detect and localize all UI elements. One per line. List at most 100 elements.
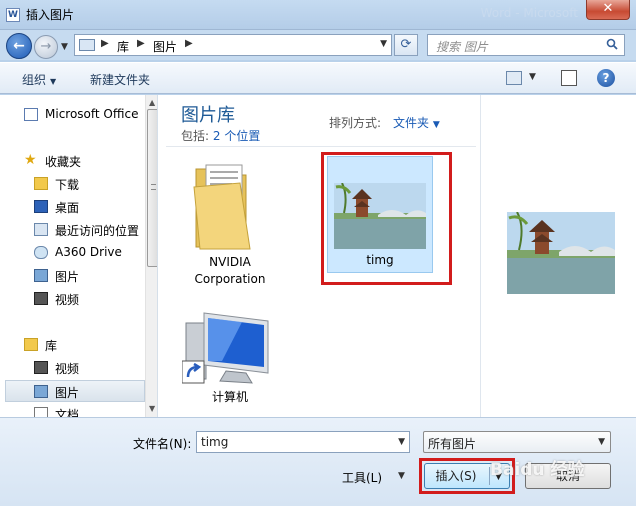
forward-arrow-icon: → [40,39,52,54]
filename-value: timg [201,435,229,449]
chevron-down-icon: ▼ [598,437,605,447]
scroll-thumb[interactable] [147,109,157,267]
breadcrumb-library[interactable]: 库 [117,38,129,55]
sidebar-item-label: 图片 [55,386,80,400]
word-doc-icon [24,108,38,121]
sidebar-item-label: A360 Drive [55,245,122,259]
library-title: 图片库 [181,105,235,126]
sidebar-item-videos[interactable]: 视频 [0,288,145,310]
word-app-icon: W [6,8,20,22]
address-dropdown-icon[interactable]: ▼ [380,39,387,49]
header-divider [166,146,476,147]
back-button[interactable]: ← [6,33,32,59]
sidebar-item-downloads[interactable]: 下载 [0,173,145,195]
sidebar-item-label: 下载 [55,178,80,192]
recent-pages-dropdown[interactable]: ▼ [61,42,68,52]
refresh-icon: ⟳ [400,37,412,52]
sidebar-item-library-documents[interactable]: 文档 [0,403,145,417]
desktop-icon [34,200,48,213]
breadcrumb-separator-icon[interactable]: ▶ [137,38,145,49]
change-view-icon[interactable] [506,71,522,85]
scroll-up-icon[interactable]: ▲ [149,98,155,107]
shortcut-item-computer[interactable]: 计算机 [180,309,280,409]
sidebar-item-libraries[interactable]: 库 [0,334,145,356]
breadcrumb-separator-icon[interactable]: ▶ [101,38,109,49]
sidebar-scrollbar[interactable]: ▲ ▼ [145,95,157,417]
chevron-down-icon: ▼ [50,77,57,86]
includes-label: 包括: [181,129,210,143]
computer-icon [182,312,269,384]
command-toolbar: 组织 ▼ 新建文件夹 ▼ ? [0,62,636,94]
filetype-value: 所有图片 [428,437,477,451]
search-placeholder: 搜索 图片 [436,40,488,54]
back-arrow-icon: ← [13,38,25,54]
annotation-highlight-box [321,152,452,285]
star-icon: ★ [24,152,37,168]
breadcrumb-separator-icon[interactable]: ▶ [185,38,193,49]
view-options-dropdown-icon[interactable]: ▼ [529,72,536,82]
arrange-by-label: 排列方式: [329,116,382,130]
preview-pane [480,95,636,417]
close-button[interactable]: ✕ [586,0,630,20]
sidebar-item-library-pictures[interactable]: 图片 [5,380,145,402]
refresh-button[interactable]: ⟳ [394,34,418,56]
filename-label: 文件名(N): [133,437,192,451]
window-title: 插入图片 [26,8,75,22]
sidebar-item-label: 桌面 [55,201,80,215]
new-folder-button[interactable]: 新建文件夹 [90,71,150,88]
search-icon[interactable] [606,38,618,50]
organize-menu[interactable]: 组织 ▼ [22,71,56,88]
sidebar-item-desktop[interactable]: 桌面 [0,196,145,218]
sidebar-item-microsoft-office[interactable]: Microsoft Office [0,104,145,126]
file-list: 图片库 包括: 2 个位置 排列方式: 文件夹 ▼ NVIDIA Corpora… [166,95,480,417]
watermark: Baidu 经验 [490,460,585,480]
sidebar-item-label: 库 [45,339,58,353]
documents-icon [34,407,48,417]
main-area: Microsoft Office ★ 收藏夹 下载 桌面 最近访问的位置 A36… [0,95,636,417]
sidebar-item-label: 文档 [55,408,80,417]
sidebar-item-label: 收藏夹 [45,155,82,169]
sidebar-item-favorites[interactable]: ★ 收藏夹 [0,150,145,172]
filetype-select[interactable]: 所有图片 ▼ [423,431,611,453]
recent-places-icon [34,223,48,236]
sidebar-item-label: 视频 [55,362,80,376]
folder-icon [79,39,95,51]
file-name-line2: Corporation [194,272,266,286]
arrange-by-dropdown[interactable]: 文件夹 ▼ [393,114,440,131]
file-name: 计算机 [211,390,248,404]
bottom-panel: 文件名(N): timg ▼ 所有图片 ▼ 工具(L) ▼ 插入(S) ▼ 取消… [0,417,636,506]
library-includes: 包括: 2 个位置 [181,127,260,144]
image-preview [507,212,615,294]
cloud-drive-icon [34,246,48,259]
title-bar: W 插入图片 Word - Microsoft ✕ [0,0,636,30]
locations-link[interactable]: 2 个位置 [213,129,260,143]
sidebar-item-label: 最近访问的位置 [55,224,140,238]
videos-icon [34,361,48,374]
filename-field[interactable]: timg ▼ [196,431,410,453]
pictures-icon [34,385,48,398]
download-folder-icon [34,177,48,190]
sidebar-item-label: Microsoft Office [45,107,139,121]
address-bar[interactable]: ▶ 库 ▶ 图片 ▶ ▼ [74,34,392,56]
organize-label: 组织 [22,73,47,87]
pictures-icon [34,269,48,282]
file-name: NVIDIA [209,255,251,269]
library-icon [24,338,38,351]
scroll-down-icon[interactable]: ▼ [149,404,155,413]
breadcrumb-pictures[interactable]: 图片 [153,38,177,55]
forward-button[interactable]: → [34,35,58,59]
tools-dropdown-icon[interactable]: ▼ [398,471,405,481]
sidebar-item-library-videos[interactable]: 视频 [0,357,145,379]
filename-dropdown-icon[interactable]: ▼ [398,437,405,447]
tools-menu[interactable]: 工具(L) [342,469,382,486]
help-icon[interactable]: ? [597,69,615,87]
background-window-title: Word - Microsoft [480,6,578,20]
search-input[interactable]: 搜索 图片 [427,34,625,56]
sidebar-item-a360-drive[interactable]: A360 Drive [0,242,145,264]
folder-item-nvidia[interactable]: NVIDIA Corporation [176,153,284,287]
preview-pane-icon[interactable] [561,70,577,86]
navigation-pane: Microsoft Office ★ 收藏夹 下载 桌面 最近访问的位置 A36… [0,95,158,417]
sidebar-item-recent-places[interactable]: 最近访问的位置 [0,219,145,241]
arrange-by-value: 文件夹 [393,116,430,130]
sidebar-item-pictures[interactable]: 图片 [0,265,145,287]
